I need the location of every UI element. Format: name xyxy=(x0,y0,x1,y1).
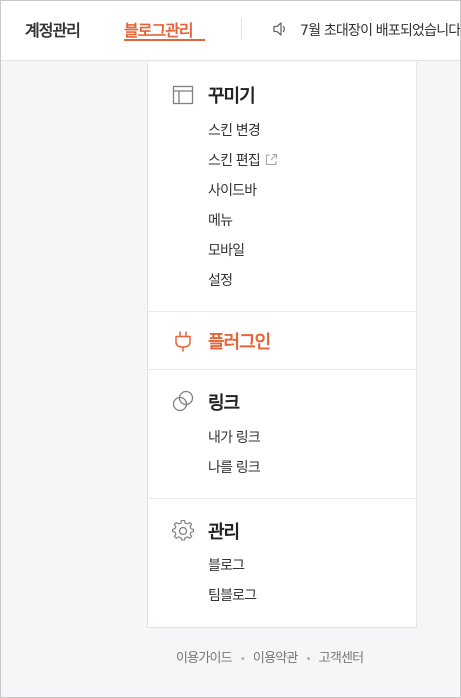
menu-item-blog[interactable]: 블로그 xyxy=(208,555,245,575)
blog-management-menu: 꾸미기 스킨 변경 스킨 편집 사이드바 메뉴 모바일 설정 플러그인 링크 내… xyxy=(147,62,417,628)
menu-item-sidebar[interactable]: 사이드바 xyxy=(208,180,257,200)
tab-account-management[interactable]: 계정관리 xyxy=(25,17,81,41)
footer-link-terms[interactable]: 이용약관 xyxy=(253,651,298,666)
section-title-link[interactable]: 링크 xyxy=(208,389,240,415)
menu-item-change-skin[interactable]: 스킨 변경 xyxy=(208,120,261,140)
notice-text: 7월 초대장이 배포되었습니다 xyxy=(300,23,461,39)
menu-item-mobile[interactable]: 모바일 xyxy=(208,240,245,260)
footer-link-guide[interactable]: 이용가이드 xyxy=(176,651,233,666)
section-title-manage[interactable]: 관리 xyxy=(208,518,240,544)
menu-item-links-to-me[interactable]: 나를 링크 xyxy=(208,457,261,477)
gear-icon xyxy=(172,520,194,541)
menu-item-settings[interactable]: 설정 xyxy=(208,270,233,290)
external-link-icon xyxy=(265,153,278,166)
section-divider xyxy=(148,311,416,312)
section-title-plugin[interactable]: 플러그인 xyxy=(208,328,271,354)
footer-links: 이용가이드 • 이용약관 • 고객센터 xyxy=(176,647,364,666)
layout-icon xyxy=(172,85,194,105)
section-title-decorate[interactable]: 꾸미기 xyxy=(208,82,256,108)
active-tab-underline xyxy=(124,39,205,41)
link-circles-icon xyxy=(172,390,194,412)
menu-item-edit-skin-label: 스킨 편집 xyxy=(208,153,261,169)
menu-item-menu[interactable]: 메뉴 xyxy=(208,210,233,230)
section-divider xyxy=(148,369,416,370)
footer-separator: • xyxy=(239,654,246,665)
menu-item-my-links[interactable]: 내가 링크 xyxy=(208,427,261,447)
speaker-icon xyxy=(273,22,285,36)
footer-link-support[interactable]: 고객센터 xyxy=(319,651,364,666)
tab-blog-management[interactable]: 블로그관리 xyxy=(124,17,194,41)
header-divider xyxy=(241,18,242,40)
menu-item-edit-skin[interactable]: 스킨 편집 xyxy=(208,150,278,170)
menu-item-team-blog[interactable]: 팀블로그 xyxy=(208,585,257,605)
top-header: 계정관리 블로그관리 7월 초대장이 배포되었습니다 xyxy=(0,0,461,61)
section-divider xyxy=(148,498,416,499)
plug-icon xyxy=(175,331,191,352)
footer-separator: • xyxy=(305,654,312,665)
